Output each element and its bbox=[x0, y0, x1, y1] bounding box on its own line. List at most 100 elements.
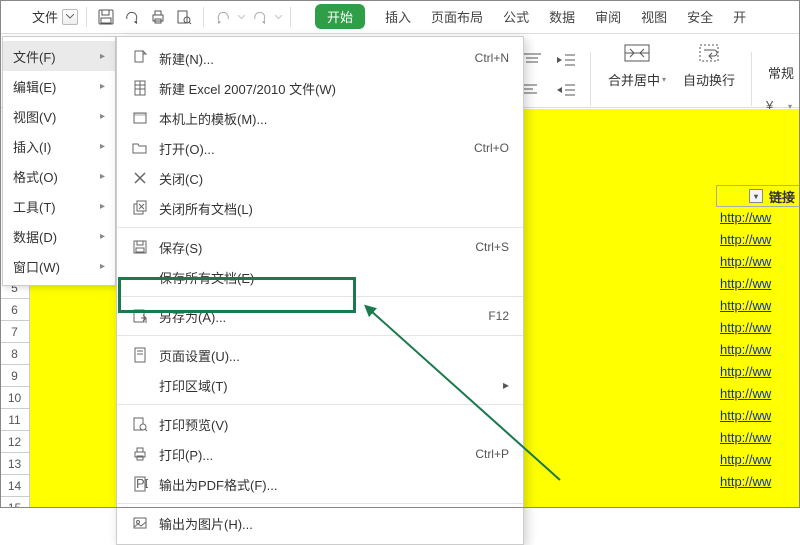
tab-formula[interactable]: 公式 bbox=[503, 7, 529, 26]
tab-view[interactable]: 视图 bbox=[641, 7, 667, 26]
menu-item-label: 打开(O)... bbox=[159, 139, 215, 158]
redo-icon[interactable] bbox=[121, 6, 143, 28]
row-header[interactable]: 12 bbox=[0, 431, 29, 453]
row-header[interactable]: 11 bbox=[0, 409, 29, 431]
menu-item-pagesetup[interactable]: 页面设置(U)... bbox=[117, 340, 523, 370]
print-icon[interactable] bbox=[147, 6, 169, 28]
cell-link[interactable]: http://ww bbox=[720, 317, 800, 339]
increase-indent-icon[interactable] bbox=[552, 76, 580, 104]
cell-link[interactable]: http://ww bbox=[720, 427, 800, 449]
row-header[interactable]: 15 bbox=[0, 497, 29, 508]
submenu-item[interactable]: 格式(O)▸ bbox=[3, 161, 115, 191]
cell-link[interactable]: http://ww bbox=[720, 383, 800, 405]
submenu-label: 格式(O) bbox=[13, 167, 58, 186]
menu-separator bbox=[117, 404, 523, 405]
cell-link[interactable]: http://ww bbox=[720, 339, 800, 361]
redo-icon[interactable] bbox=[249, 6, 271, 28]
wrap-label: 自动换行 bbox=[683, 70, 735, 89]
save-icon[interactable] bbox=[95, 6, 117, 28]
tab-insert[interactable]: 插入 bbox=[385, 7, 411, 26]
chevron-right-icon: ▸ bbox=[100, 261, 105, 272]
menu-item-pdf[interactable]: PDF输出为PDF格式(F)... bbox=[117, 469, 523, 499]
submenu-item[interactable]: 窗口(W) ▸ bbox=[3, 251, 115, 281]
hamburger-icon[interactable] bbox=[6, 6, 28, 28]
merge-label: 合并居中 bbox=[608, 70, 660, 89]
row-header[interactable]: 10 bbox=[0, 387, 29, 409]
submenu-label: 插入(I) bbox=[13, 137, 51, 156]
menu-item-saveas[interactable]: 另存为(A)...F12 bbox=[117, 301, 523, 331]
tab-security[interactable]: 安全 bbox=[687, 7, 713, 26]
menu-item-img[interactable]: 输出为图片(H)... bbox=[117, 508, 523, 538]
submenu-item[interactable]: 工具(T)▸ bbox=[3, 191, 115, 221]
divider bbox=[590, 52, 591, 106]
undo-icon[interactable] bbox=[212, 6, 234, 28]
menu-item-close[interactable]: 关闭(C) bbox=[117, 163, 523, 193]
menu-item-new[interactable]: 新建(N)... Ctrl+N bbox=[117, 43, 523, 73]
row-header[interactable]: 9 bbox=[0, 365, 29, 387]
cell-link[interactable]: http://ww bbox=[720, 229, 800, 251]
row-header[interactable]: 7 bbox=[0, 321, 29, 343]
cell-link[interactable]: http://ww bbox=[720, 207, 800, 229]
chevron-down-icon[interactable] bbox=[238, 15, 245, 19]
preview-icon[interactable] bbox=[173, 6, 195, 28]
menu-item-newx[interactable]: 新建 Excel 2007/2010 文件(W) bbox=[117, 73, 523, 103]
menu-item-saveall[interactable]: 保存所有文档(E) bbox=[117, 262, 523, 292]
tab-data[interactable]: 数据 bbox=[549, 7, 575, 26]
chevron-right-icon: ▸ bbox=[503, 378, 509, 392]
submenu-label: 窗口(W) bbox=[13, 257, 60, 276]
page-setup-icon bbox=[131, 346, 149, 364]
cell-link[interactable]: http://ww bbox=[720, 471, 800, 493]
submenu-item[interactable]: 视图(V)▸ bbox=[3, 101, 115, 131]
cell-link[interactable]: http://ww bbox=[720, 361, 800, 383]
menu-item-preview[interactable]: 打印预览(V) bbox=[117, 409, 523, 439]
submenu-label: 文件(F) bbox=[13, 47, 56, 66]
merge-center-button[interactable]: 合并居中▾ bbox=[601, 42, 673, 89]
submenu-item[interactable]: 插入(I)▸ bbox=[3, 131, 115, 161]
menu-item-open[interactable]: 打开(O)...Ctrl+O bbox=[117, 133, 523, 163]
submenu-item[interactable]: 数据(D)▸ bbox=[3, 221, 115, 251]
template-icon bbox=[131, 109, 149, 127]
row-header[interactable]: 8 bbox=[0, 343, 29, 365]
menu-item-tpl[interactable]: 本机上的模板(M)... bbox=[117, 103, 523, 133]
menu-item-save[interactable]: 保存(S)Ctrl+S bbox=[117, 232, 523, 262]
menu-item-label: 本机上的模板(M)... bbox=[159, 109, 267, 128]
menu-item-print[interactable]: 打印(P)...Ctrl+P bbox=[117, 439, 523, 469]
chevron-right-icon: ▸ bbox=[100, 51, 105, 62]
submenu-item[interactable]: 文件(F) ▸ bbox=[3, 41, 115, 71]
row-header[interactable]: 13 bbox=[0, 453, 29, 475]
tab-start[interactable]: 开始 bbox=[315, 4, 365, 29]
file-menu-button[interactable]: 文件 bbox=[32, 7, 58, 26]
submenu-item[interactable]: 编辑(E)▸ bbox=[3, 71, 115, 101]
menu-item-label: 保存所有文档(E) bbox=[159, 268, 254, 287]
link-column: http://wwhttp://wwhttp://wwhttp://wwhttp… bbox=[720, 207, 800, 493]
file-menu-dropdown[interactable] bbox=[62, 9, 78, 25]
menu-item-label: 新建(N)... bbox=[159, 49, 214, 68]
cell-link[interactable]: http://ww bbox=[720, 405, 800, 427]
menu-item-closeall[interactable]: 关闭所有文档(L) bbox=[117, 193, 523, 223]
tab-layout[interactable]: 页面布局 bbox=[431, 7, 483, 26]
decrease-indent-icon[interactable] bbox=[552, 46, 580, 74]
cell-link[interactable]: http://ww bbox=[720, 295, 800, 317]
tab-dev[interactable]: 开 bbox=[733, 7, 746, 26]
menu-item-printarea[interactable]: 打印区域(T)▸ bbox=[117, 370, 523, 400]
tab-review[interactable]: 审阅 bbox=[595, 7, 621, 26]
merge-icon bbox=[624, 42, 650, 64]
ribbon-right-group: 合并居中▾ 自动换行 常规 ¥ ▾ bbox=[518, 34, 800, 107]
menu-item-shortcut: Ctrl+S bbox=[475, 240, 509, 254]
filter-icon[interactable]: ▾ bbox=[749, 189, 763, 203]
row-header[interactable]: 14 bbox=[0, 475, 29, 497]
cell-link[interactable]: http://ww bbox=[720, 251, 800, 273]
svg-text:PDF: PDF bbox=[136, 476, 148, 491]
menu-item-label: 页面设置(U)... bbox=[159, 346, 240, 365]
cell-link[interactable]: http://ww bbox=[720, 273, 800, 295]
wrap-text-button[interactable]: 自动换行 bbox=[673, 42, 745, 89]
menu-item-label: 关闭所有文档(L) bbox=[159, 199, 253, 218]
number-format-select[interactable]: 常规 bbox=[762, 54, 800, 90]
menu-item-shortcut: Ctrl+N bbox=[475, 51, 509, 65]
chevron-down-icon[interactable] bbox=[275, 15, 282, 19]
row-header[interactable]: 6 bbox=[0, 299, 29, 321]
menu-item-label: 打印预览(V) bbox=[159, 415, 228, 434]
column-header-link[interactable]: ▾ 链接 bbox=[716, 185, 800, 207]
cell-link[interactable]: http://ww bbox=[720, 449, 800, 471]
export-image-icon bbox=[131, 514, 149, 532]
